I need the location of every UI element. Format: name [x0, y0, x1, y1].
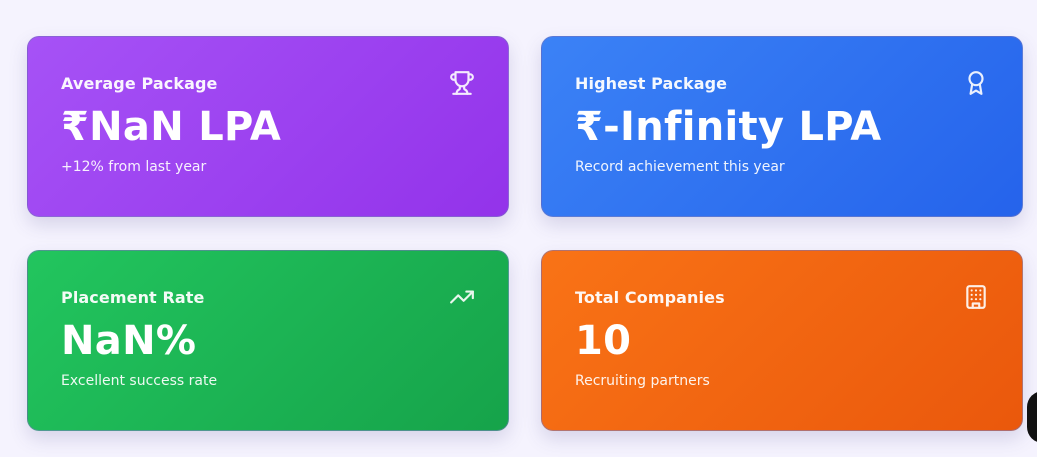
highest-package-card: Highest Package ₹-Infinity LPA Record ac…: [541, 36, 1023, 217]
card-value: ₹-Infinity LPA: [575, 104, 882, 150]
card-subtitle: Excellent success rate: [61, 373, 218, 389]
trending-up-icon: [449, 284, 475, 310]
card-value: NaN%: [61, 318, 197, 364]
card-label: Total Companies: [575, 288, 725, 307]
trophy-icon: [449, 70, 475, 96]
floating-action-button[interactable]: [1027, 391, 1037, 443]
card-label: Highest Package: [575, 74, 728, 93]
total-companies-card: Total Companies 10 Recruiting partners: [541, 250, 1023, 431]
card-value: ₹NaN LPA: [61, 104, 282, 150]
average-package-card: Average Package ₹NaN LPA +12% from last …: [27, 36, 509, 217]
placement-rate-card: Placement Rate NaN% Excellent success ra…: [27, 250, 509, 431]
stats-grid: Average Package ₹NaN LPA +12% from last …: [27, 36, 1023, 431]
card-subtitle: Recruiting partners: [575, 373, 710, 389]
card-label: Average Package: [61, 74, 218, 93]
building-icon: [963, 284, 989, 310]
card-subtitle: Record achievement this year: [575, 159, 785, 175]
card-label: Placement Rate: [61, 288, 205, 307]
card-subtitle: +12% from last year: [61, 159, 207, 175]
card-value: 10: [575, 318, 632, 364]
award-icon: [963, 70, 989, 96]
